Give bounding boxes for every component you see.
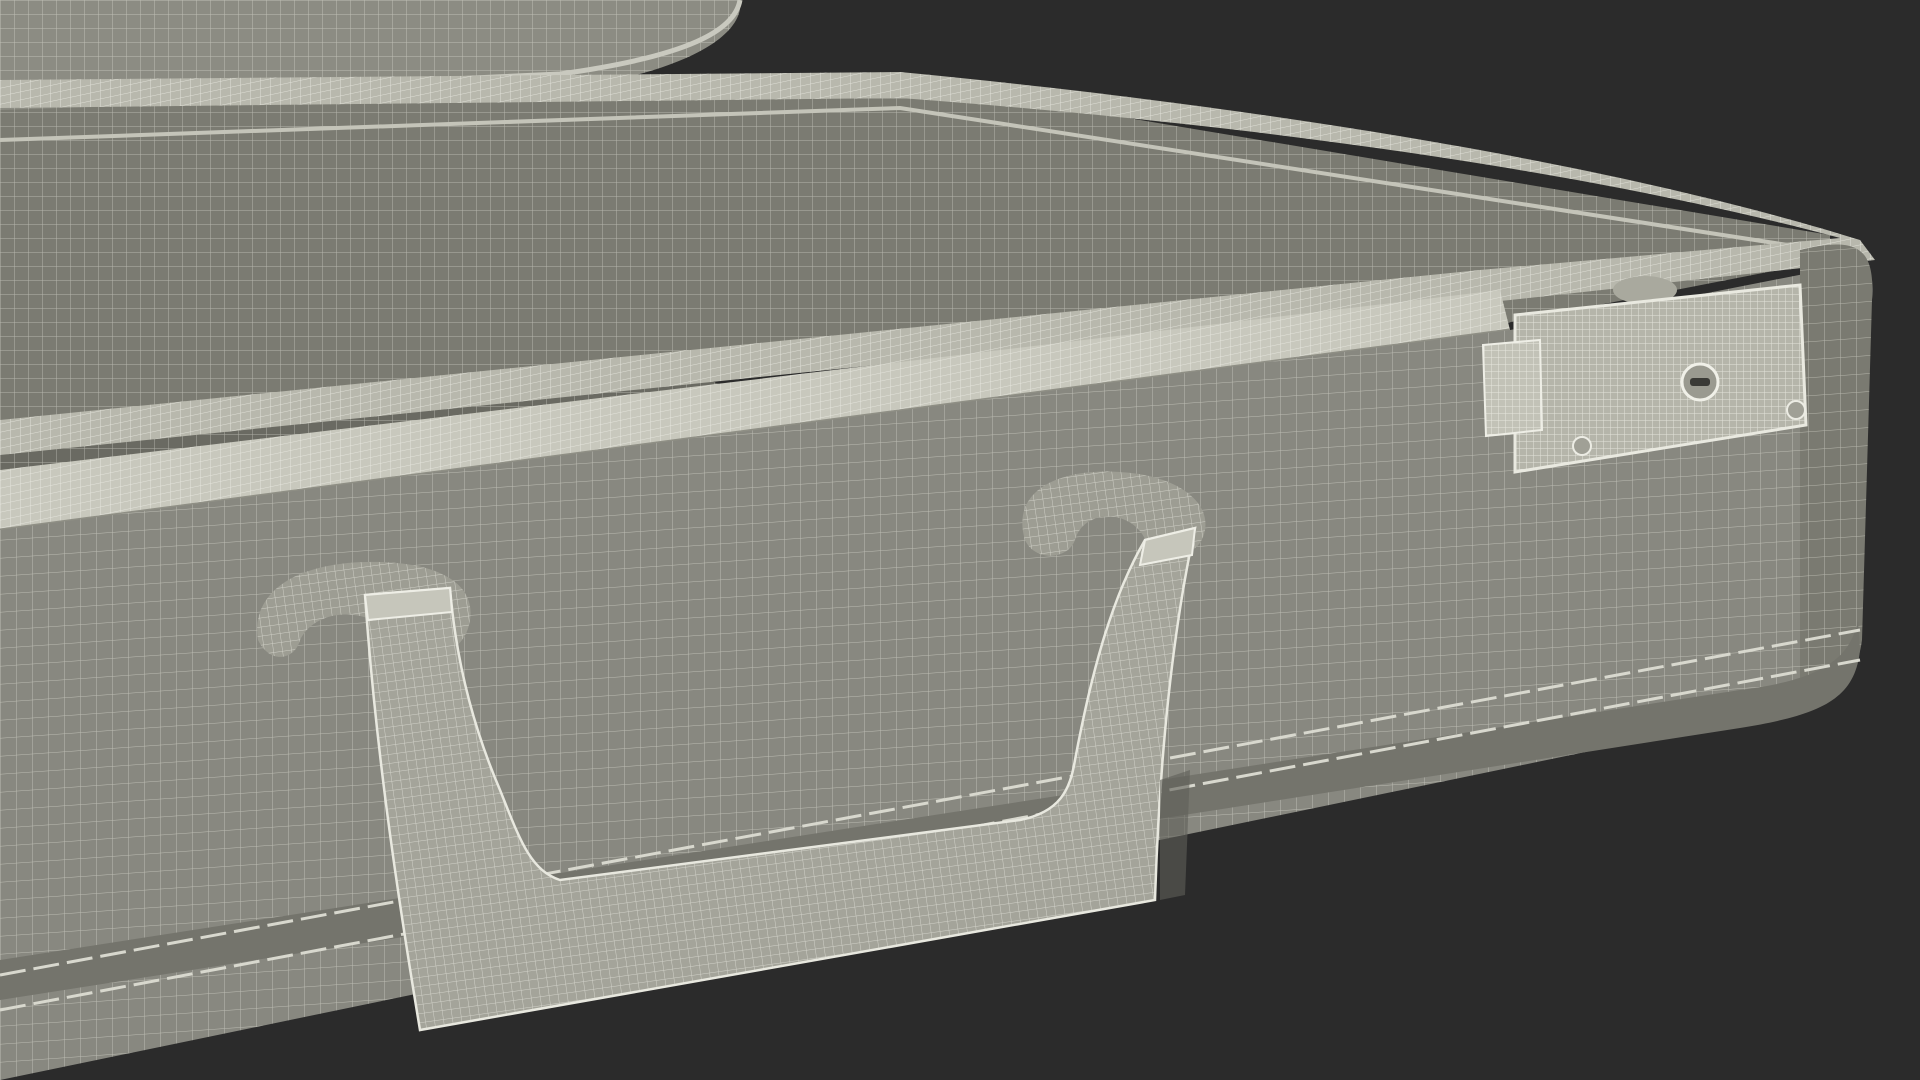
- suitcase-render: [0, 0, 1920, 1080]
- handle-shadow: [1160, 770, 1190, 900]
